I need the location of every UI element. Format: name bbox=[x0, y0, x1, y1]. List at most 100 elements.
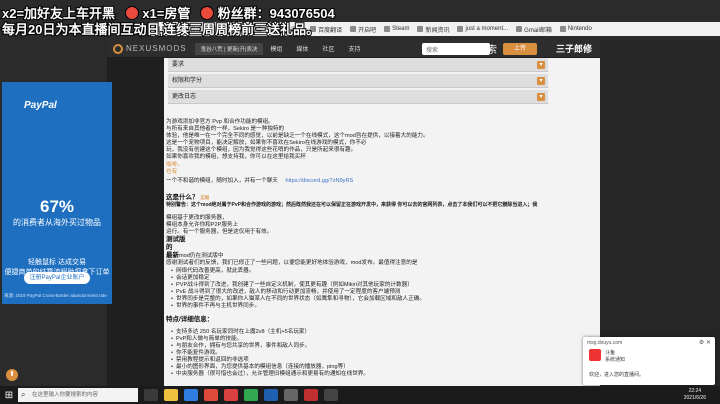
notification-source: msg.douyu.com bbox=[587, 340, 623, 346]
fix-item: 会话更加稳定 bbox=[171, 275, 210, 282]
app-icon[interactable] bbox=[224, 389, 238, 401]
feature-item: 禁用教程提示和返回的非选项 bbox=[171, 357, 249, 364]
notification-body: 系统通知 bbox=[605, 357, 626, 363]
feature-item: 最小的图形界面，为您提供基本的模组信息（连接的播放器，ping等） bbox=[171, 364, 349, 371]
warning-text: 特别警告：这个mod绝对属于PvP和合作游戏的游戏；然后既然我还在可以保留正在游… bbox=[166, 202, 538, 208]
feature-item: 中央服务器（很可惜也会过），允许管理旧模组通示和更易有的通知在线世界。 bbox=[171, 371, 369, 378]
steam-icon[interactable] bbox=[324, 389, 338, 401]
nav-media[interactable]: 媒体 bbox=[289, 44, 315, 53]
intro-line: 为游戏添加非官方 Pvp 和合作功能的模组。 bbox=[166, 119, 274, 125]
nav-community[interactable]: 社区 bbox=[315, 44, 341, 53]
notification-message: 欢迎，进入您的直播间。 bbox=[589, 372, 645, 378]
intro-line: 如果你喜欢我的模组，想支持我，你可以在这里给我买杯 bbox=[166, 154, 306, 160]
intro-line: 与所有来自其他者的一样，Sekiro 是一种独特的 bbox=[166, 126, 285, 132]
page-right-gutter bbox=[600, 40, 720, 386]
notification-controls[interactable]: ⚙ ✕ bbox=[699, 339, 711, 346]
bookmark-icon bbox=[384, 26, 391, 32]
bookmark-item[interactable]: 百度翻译 bbox=[310, 25, 342, 34]
build-line: 运行。有一个服务器，但是这仅用于有效。 bbox=[166, 229, 273, 235]
chevron-down-icon: ▾ bbox=[537, 61, 545, 69]
notification-title: 斗鱼 bbox=[605, 350, 616, 356]
what-is-heading: 这是什么？ 正如 bbox=[166, 194, 210, 201]
file-explorer-icon[interactable] bbox=[164, 389, 178, 401]
emoji-icon bbox=[124, 6, 139, 20]
chevron-down-icon: ▾ bbox=[537, 77, 545, 85]
page-left-gutter bbox=[107, 58, 164, 386]
taskbar-search-input[interactable]: 在这里输入你要搜索的内容 bbox=[18, 388, 138, 402]
upload-button[interactable]: 上传 bbox=[503, 43, 537, 55]
bookmark-icon bbox=[516, 26, 523, 32]
taskbar: ⊞ 在这里输入你要搜索的内容 22:24 2021/6/26 bbox=[0, 386, 720, 404]
ad-percent: 67% bbox=[39, 197, 75, 216]
bookmark-item[interactable]: just a moment... bbox=[457, 26, 508, 32]
browser-icon[interactable] bbox=[184, 389, 198, 401]
bookmark-icon bbox=[154, 26, 160, 32]
of-heading: 的 bbox=[166, 244, 173, 251]
bookmark-item[interactable]: Gmail邮箱 bbox=[516, 25, 552, 34]
discord-line: 一个不和谐的模组，随时加入，并有一个聊天 https://discord.gg/… bbox=[166, 178, 354, 184]
paypal-ad[interactable]: PayPal 67% 的消费者从海外买过物品 轻触鼠标 达成交易 便捷商单的结算… bbox=[2, 82, 112, 304]
toast-notification[interactable]: msg.douyu.com ⚙ ✕ 斗鱼 系统通知 欢迎，进入您的直播间。 bbox=[583, 337, 715, 385]
feature-item: 支持多达 250 名玩家同时在上魔2v8（主机+5名玩家） bbox=[171, 329, 310, 336]
bookmark-icon bbox=[182, 26, 189, 32]
bookmark-icon bbox=[270, 26, 277, 32]
bookmark-icon bbox=[310, 26, 317, 32]
bookmark-item[interactable]: Nintendo bbox=[559, 26, 592, 32]
bookmark-icon bbox=[350, 26, 357, 32]
ad-line-1: 的消费者从海外买过物品 bbox=[13, 218, 101, 227]
search-label: 搜索 bbox=[477, 45, 497, 56]
overlay-line-1: x2=加好友上车开黑 x1=房管 粉丝群：943076504 bbox=[1, 5, 336, 22]
feature-item: 你不能复件游戏。 bbox=[171, 350, 221, 357]
accordion-permissions[interactable]: 权限和学分 ▾ bbox=[168, 74, 548, 88]
nav-support[interactable]: 支持 bbox=[341, 44, 367, 53]
bookmark-icon bbox=[210, 26, 217, 32]
app-icon[interactable] bbox=[204, 389, 218, 401]
windows-start-icon[interactable]: ⊞ bbox=[0, 386, 18, 404]
accordion-requirements[interactable]: 要求 ▾ bbox=[168, 58, 548, 72]
nav-mods[interactable]: 模组 bbox=[263, 44, 289, 53]
app-icon[interactable] bbox=[264, 389, 278, 401]
bookmark-item[interactable]: Bili搜索 bbox=[234, 25, 262, 34]
task-view-icon[interactable] bbox=[144, 389, 158, 401]
ad-line-2: 轻触鼠标 达成交易 bbox=[28, 259, 86, 266]
game-select[interactable]: 鬼谷八荒 | 更新|开|表决 bbox=[194, 42, 264, 55]
ad-register-button[interactable]: 注册PayPal企业账户 bbox=[24, 272, 90, 284]
intro-line: 这是一个宠物项目，能决定解放，如果你不喜欢在Sekiro在线游戏的模式，你不必 bbox=[166, 140, 367, 146]
stream-watermark: 三子郎修 bbox=[556, 44, 593, 54]
intro-line: 玩，我没有创建这个模组，因为我觉得这些花哨的作品，只是所起来很有趣。 bbox=[166, 147, 357, 153]
bookmark-item[interactable]: Steam bbox=[384, 26, 409, 32]
fix-item: 世界同步是完整的，如果你人猫某人在不同的世界状态（如鹰隼和寻物），它会加载区域和… bbox=[171, 296, 425, 303]
chevron-down-icon: ▾ bbox=[537, 93, 545, 101]
latest-line: 最新mod仍在测试版中 bbox=[166, 252, 224, 259]
app-icon[interactable] bbox=[304, 389, 318, 401]
system-clock[interactable]: 22:24 2021/6/26 bbox=[684, 388, 706, 402]
floating-action-icon[interactable]: ⬆ bbox=[6, 369, 18, 381]
features-heading: 特点/详细信息： bbox=[166, 316, 214, 323]
nexusmods-logo[interactable]: NEXUSMODS bbox=[107, 43, 193, 54]
bookmark-item[interactable]: 新闻资讯 bbox=[417, 25, 449, 34]
bookmark-icon bbox=[234, 26, 241, 32]
app-icon[interactable] bbox=[244, 389, 258, 401]
coffee-link[interactable]: 咖啡。 bbox=[166, 162, 183, 169]
clock-time: 22:24 bbox=[688, 388, 702, 394]
bookmark-item[interactable]: 游戏 bbox=[182, 25, 202, 34]
bookmark-item[interactable]: 新闻通知 bbox=[270, 25, 302, 34]
accordion-changelog[interactable]: 更改日志 ▾ bbox=[168, 90, 548, 104]
bookmark-item[interactable]: Bili bbox=[210, 26, 226, 32]
fix-item: PVP战斗得到了改进，我创建了一些自定义机制，使其更有趣（例如Mikiri对其他… bbox=[171, 282, 413, 289]
intro-line: 体验，他是唯一在一个完全不同的感觉，以前是缺乏一个在线模式，这个mod旨在提供，… bbox=[166, 133, 429, 139]
bookmark-item[interactable]: 开启吧 bbox=[350, 25, 376, 34]
bookmark-icon bbox=[559, 26, 566, 32]
also-text: 也有 bbox=[166, 169, 178, 175]
bookmark-icon bbox=[417, 26, 424, 32]
test-heading: 测试版 bbox=[166, 236, 186, 243]
clock-date: 2021/6/26 bbox=[683, 395, 706, 401]
test-description: 感谢测试者们的反馈，我们已修正了一些问题，以便您能更好地体验游戏，mod发布。最… bbox=[166, 260, 418, 266]
bookmark-item[interactable]: 应用 bbox=[154, 25, 174, 34]
build-line: 模组基于更改的服务器， bbox=[166, 215, 228, 221]
build-line: 模组本身允许你和P2P服务上 bbox=[166, 222, 239, 228]
discord-link[interactable]: https://discord.gg/7zN9yRS bbox=[285, 178, 353, 184]
app-icon[interactable] bbox=[284, 389, 298, 401]
nexus-logo-icon bbox=[113, 43, 123, 54]
paypal-logo: PayPal bbox=[24, 100, 57, 111]
